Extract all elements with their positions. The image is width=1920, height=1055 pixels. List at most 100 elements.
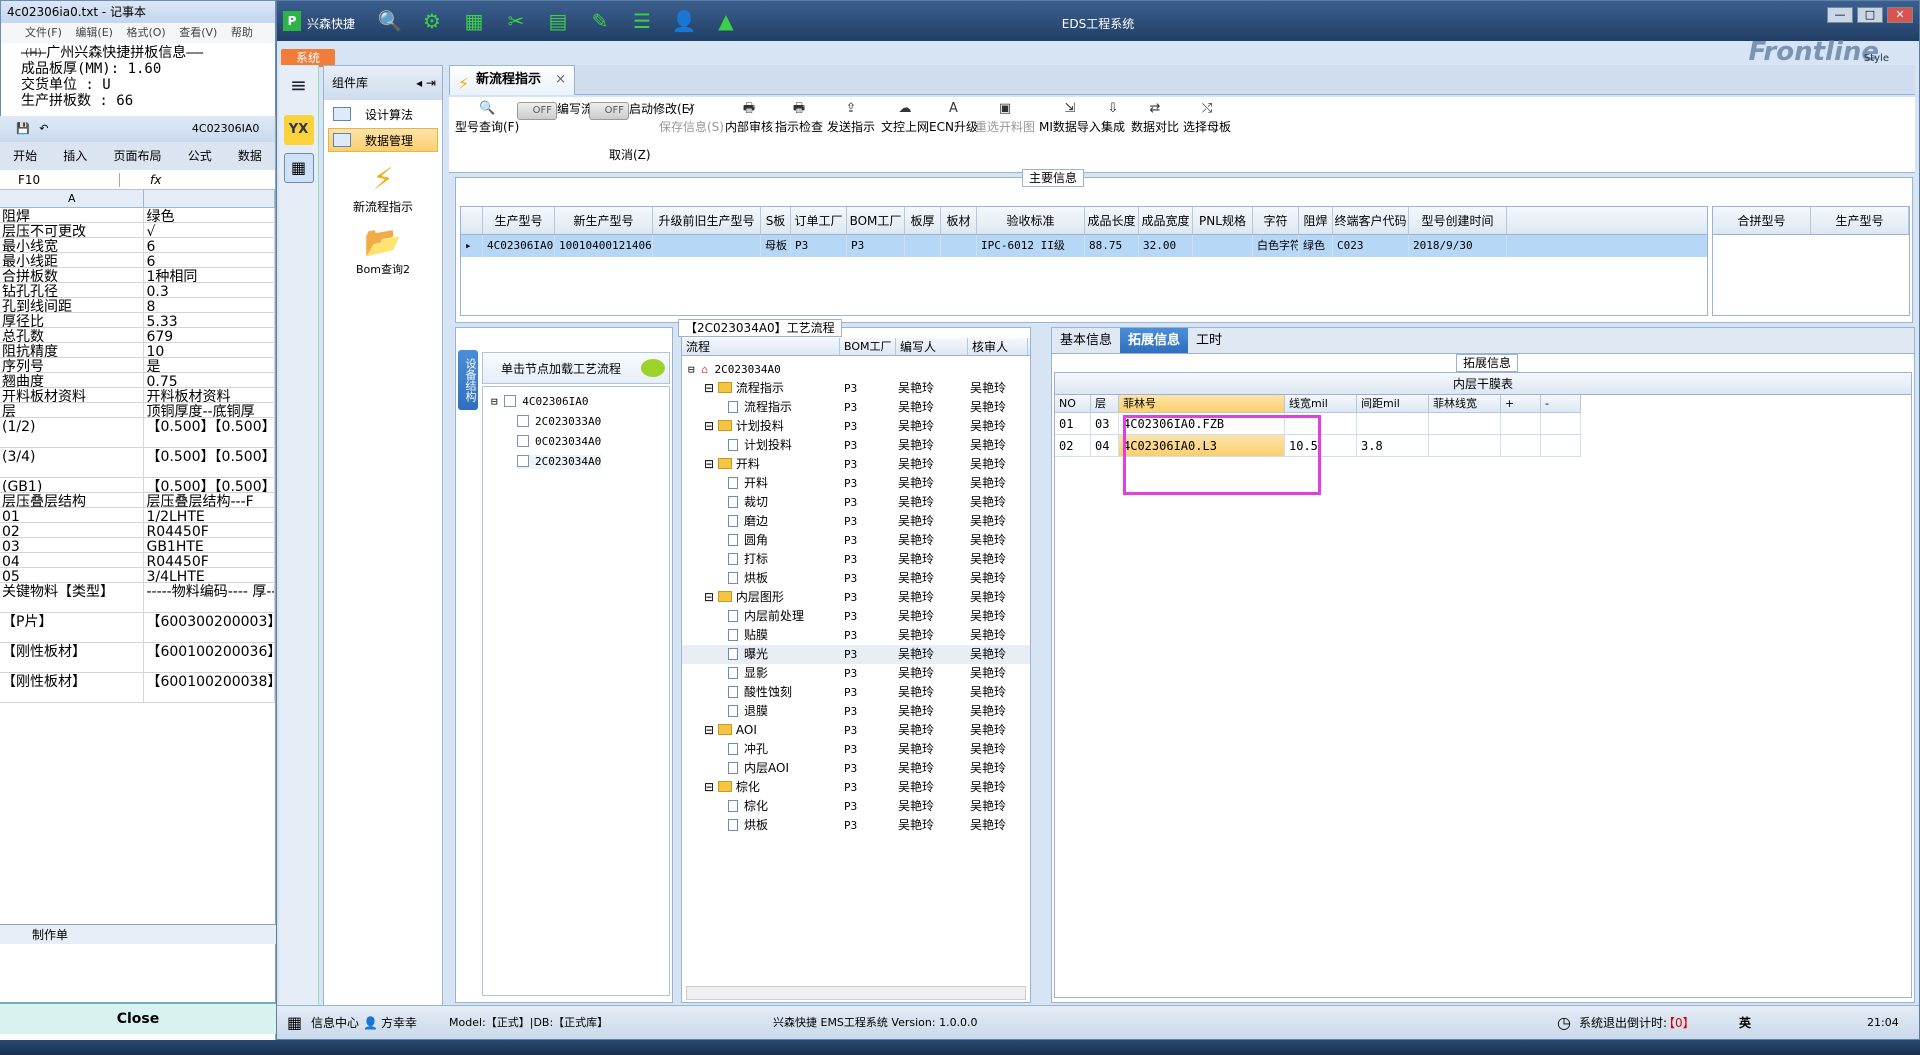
table-row[interactable]: 钻孔孔径 0.3	[0, 283, 275, 298]
tree-node[interactable]: 0C023034A0	[517, 435, 601, 449]
toolbar-button-5[interactable]: 🖶 指示检查	[775, 101, 823, 135]
grid-cell[interactable]: 4C02306IA0	[483, 235, 555, 257]
col-header[interactable]: 板材	[941, 207, 977, 234]
cell-b[interactable]: 10	[144, 343, 275, 357]
ext-cell[interactable]	[1357, 413, 1429, 435]
process-row[interactable]: 开料 P3 吴艳玲 吴艳玲	[682, 474, 1030, 493]
cell-a[interactable]: 【P片】	[0, 613, 145, 642]
calculator-icon[interactable]: ▦	[283, 153, 314, 183]
col-header[interactable]: BOM工厂	[847, 207, 905, 234]
col-header[interactable]: PNL规格	[1193, 207, 1253, 234]
close-button[interactable]: Close	[0, 1002, 276, 1034]
process-row[interactable]: 烘板 P3 吴艳玲 吴艳玲	[682, 569, 1030, 588]
notepad-menu-edit[interactable]: 编辑(E)	[75, 26, 113, 39]
process-row[interactable]: ⊟ AOI P3 吴艳玲 吴艳玲	[682, 721, 1030, 740]
cell-b[interactable]: 5.33	[144, 313, 275, 327]
cell-a[interactable]: (GB1)	[0, 478, 145, 492]
cancel-button[interactable]: 取消(Z)	[609, 147, 651, 163]
ext-col-header[interactable]: NO	[1055, 395, 1091, 413]
col-header[interactable]: 生产型号	[483, 207, 555, 234]
toggle-off-icon[interactable]: OFF	[517, 102, 557, 120]
cell-b[interactable]: 3/4LHTE	[144, 568, 275, 582]
cell-a[interactable]: 钻孔孔径	[0, 283, 145, 297]
grid-cell[interactable]: 10010400121406	[555, 235, 653, 257]
tree-node[interactable]: 2C023034A0	[517, 455, 602, 469]
cell-b[interactable]: 1/2LHTE	[144, 508, 275, 522]
col-reviewer[interactable]: 核审人	[968, 338, 1028, 355]
cell-b[interactable]: 是	[144, 358, 275, 372]
notepad-menu-format[interactable]: 格式(O)	[126, 26, 165, 39]
column-b-header[interactable]	[144, 190, 275, 207]
excel-tab-insert[interactable]: 插入	[50, 142, 100, 170]
table-row[interactable]: 翘曲度 0.75	[0, 373, 275, 388]
cell-a[interactable]: 厚径比	[0, 313, 145, 327]
cell-a[interactable]: 开料板材资料	[0, 388, 145, 402]
table-row[interactable]: (GB1) 【0.500】【0.500】	[0, 478, 275, 493]
toolbar-button-9[interactable]: ▣ 重选开料图	[975, 101, 1035, 135]
ext-col-header[interactable]: 菲林号	[1119, 395, 1285, 413]
checkbox[interactable]	[517, 455, 529, 467]
cell-a[interactable]: 04	[0, 553, 145, 567]
process-row[interactable]: 冲孔 P3 吴艳玲 吴艳玲	[682, 740, 1030, 759]
cell-a[interactable]: 层压不可更改	[0, 223, 145, 237]
table-row[interactable]: 开料板材资料 开料板材资料	[0, 388, 275, 403]
vertical-tab-structure[interactable]: 设备结构	[458, 350, 478, 410]
process-row[interactable]: 显影 P3 吴艳玲 吴艳玲	[682, 664, 1030, 683]
col-bom[interactable]: BOM工厂	[840, 338, 896, 355]
process-row[interactable]: 曝光 P3 吴艳玲 吴艳玲	[682, 645, 1030, 664]
table-row[interactable]: (3/4) 【0.500】【0.500】	[0, 448, 275, 478]
ext-col-header[interactable]: 层	[1091, 395, 1119, 413]
col-header[interactable]: 新生产型号	[555, 207, 653, 234]
ext-cell[interactable]	[1541, 413, 1581, 435]
component-design-algo[interactable]: 设计算法	[328, 102, 438, 126]
col-writer[interactable]: 编写人	[896, 338, 968, 355]
col-merge-model[interactable]: 合拼型号	[1713, 207, 1811, 234]
cell-a[interactable]: 05	[0, 568, 145, 582]
cell-b[interactable]: R04450F	[144, 523, 275, 537]
process-row[interactable]: 退膜 P3 吴艳玲 吴艳玲	[682, 702, 1030, 721]
cell-b[interactable]: 【0.500】【0.500】	[144, 418, 275, 447]
process-row[interactable]: 磨边 P3 吴艳玲 吴艳玲	[682, 512, 1030, 531]
ext-cell[interactable]: 02	[1055, 435, 1091, 457]
cell-b[interactable]: 【0.500】【0.500】	[144, 448, 275, 477]
horizontal-scrollbar[interactable]	[686, 986, 1026, 1000]
cell-a[interactable]: 孔到线间距	[0, 298, 145, 312]
col-header[interactable]: 终端客户代码	[1333, 207, 1409, 234]
cell-b[interactable]: 6	[144, 238, 275, 252]
grid-cell[interactable]	[653, 235, 761, 257]
sheet-tab[interactable]: 制作单	[0, 924, 276, 944]
toolbar-button-12[interactable]: ⇄ 数据对比	[1131, 101, 1179, 135]
table-row[interactable]: 层压叠层结构 层压叠层结构---F	[0, 493, 275, 508]
table-row[interactable]: 序列号是	[0, 358, 275, 373]
process-row[interactable]: ⊟ 开料 P3 吴艳玲 吴艳玲	[682, 455, 1030, 474]
table-row[interactable]: 01 1/2LHTE	[0, 508, 275, 523]
excel-tab-home[interactable]: 开始	[0, 142, 50, 170]
component-data-mgmt[interactable]: 数据管理	[328, 128, 438, 152]
cell-a[interactable]: 03	[0, 538, 145, 552]
tab-new-flow[interactable]: ⚡ 新流程指示 ×	[449, 65, 575, 95]
yx-module-icon[interactable]: YX	[283, 115, 314, 145]
toggle-off-icon[interactable]: OFF	[589, 102, 629, 120]
process-row[interactable]: 内层AOI P3 吴艳玲 吴艳玲	[682, 759, 1030, 778]
cell-b[interactable]: 【0.500】【0.500】	[144, 478, 275, 492]
cell-b[interactable]: 0.75	[144, 373, 275, 387]
excel-tab-data[interactable]: 数据	[225, 142, 275, 170]
cell-a[interactable]: 【刚性板材】	[0, 643, 145, 672]
new-flow-button[interactable]: ⚡ 新流程指示	[324, 162, 442, 215]
table-row[interactable]: 最小线距 6	[0, 253, 275, 268]
tab-extended-info[interactable]: 拓展信息	[1120, 328, 1189, 353]
ext-col-header[interactable]: 线宽mil	[1285, 395, 1357, 413]
cell-a[interactable]: 【刚性板材】	[0, 673, 145, 702]
col-flow[interactable]: 流程	[682, 338, 840, 355]
process-row[interactable]: 棕化 P3 吴艳玲 吴艳玲	[682, 797, 1030, 816]
tab-work-hours[interactable]: 工时	[1188, 328, 1230, 353]
cell-a[interactable]: 序列号	[0, 358, 145, 372]
checkbox[interactable]	[504, 395, 517, 407]
process-row[interactable]: 圆角 P3 吴艳玲 吴艳玲	[682, 531, 1030, 550]
cell-b[interactable]: 【600100200036】	[144, 643, 275, 672]
table-row[interactable]: 孔到线间距 8	[0, 298, 275, 313]
col-header[interactable]: S板	[761, 207, 791, 234]
cell-a[interactable]: 合拼板数	[0, 268, 145, 282]
close-window-button[interactable]: ✕	[1887, 7, 1913, 23]
info-center[interactable]: 信息中心	[311, 1006, 359, 1040]
